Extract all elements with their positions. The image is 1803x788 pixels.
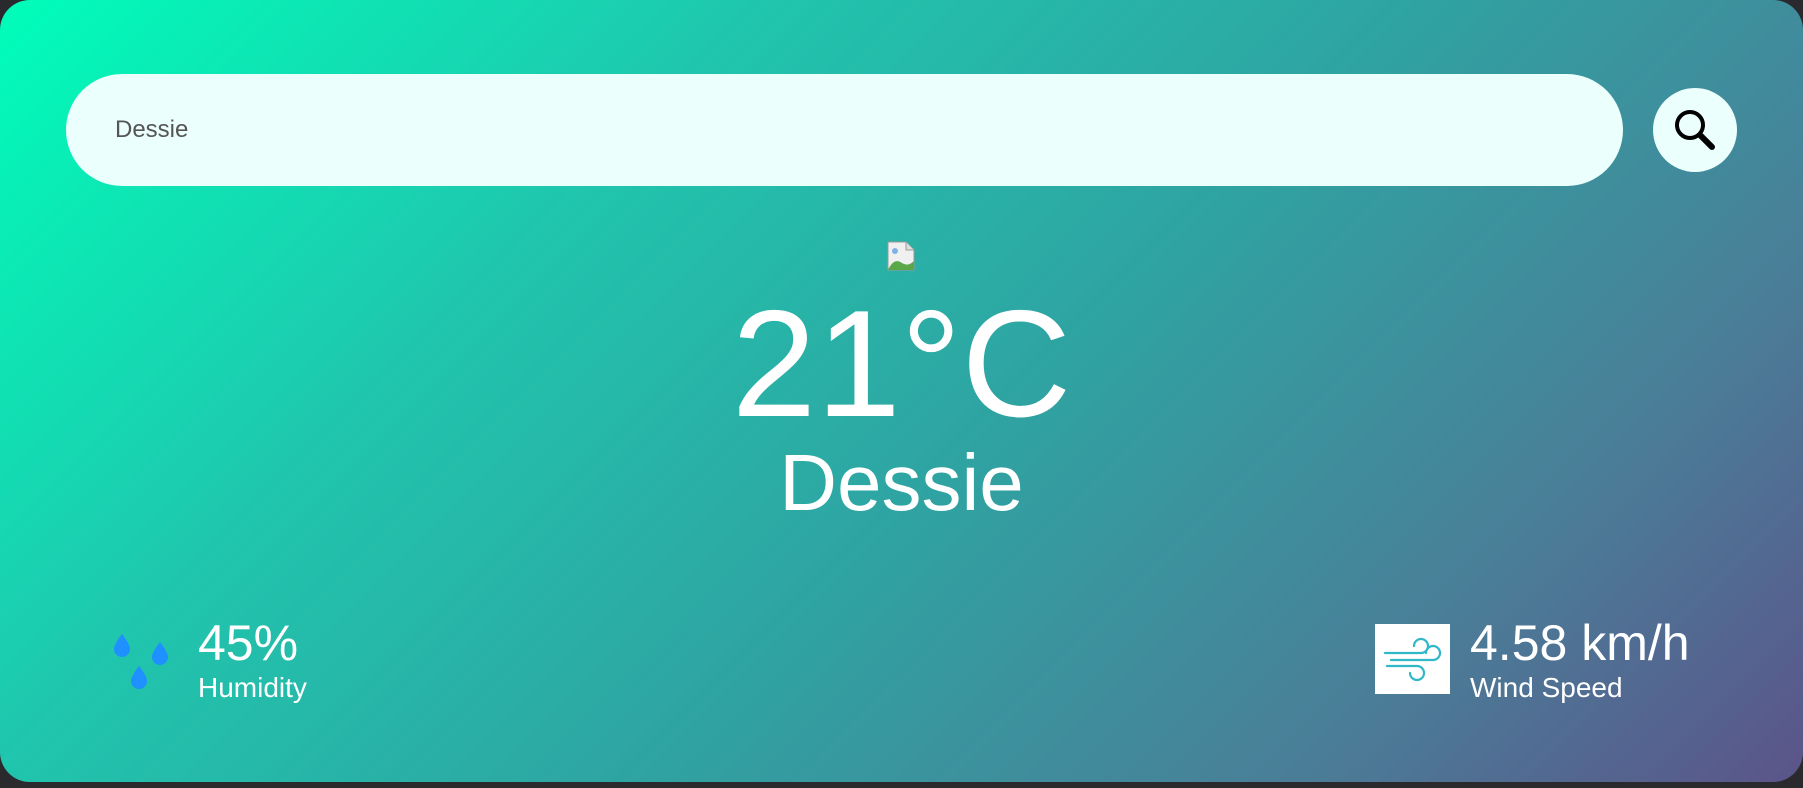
wind-icon: [1375, 624, 1450, 694]
search-button[interactable]: [1653, 88, 1737, 172]
wind-label: Wind Speed: [1470, 672, 1623, 703]
broken-image-icon: [887, 241, 915, 271]
temperature: 21°C: [731, 279, 1072, 449]
wind-icon-glyph: [1383, 637, 1441, 682]
humidity-text: 45% Humidity: [198, 614, 307, 704]
search-bar[interactable]: [66, 74, 1623, 186]
wind-detail: 4.58 km/h Wind Speed: [1375, 614, 1690, 704]
wind-text: 4.58 km/h Wind Speed: [1470, 614, 1690, 704]
search-icon: [1675, 110, 1715, 150]
search-input[interactable]: [113, 115, 1623, 145]
humidity-value: 45%: [198, 615, 299, 671]
weather-card: 21°C Dessie 45% Humidity 4.58 km/h Wind …: [0, 0, 1803, 782]
humidity-icon: [114, 634, 168, 689]
humidity-label: Humidity: [198, 672, 307, 703]
humidity-detail: 45% Humidity: [108, 614, 307, 704]
city-name: Dessie: [779, 438, 1024, 527]
wind-value: 4.58 km/h: [1470, 615, 1690, 671]
